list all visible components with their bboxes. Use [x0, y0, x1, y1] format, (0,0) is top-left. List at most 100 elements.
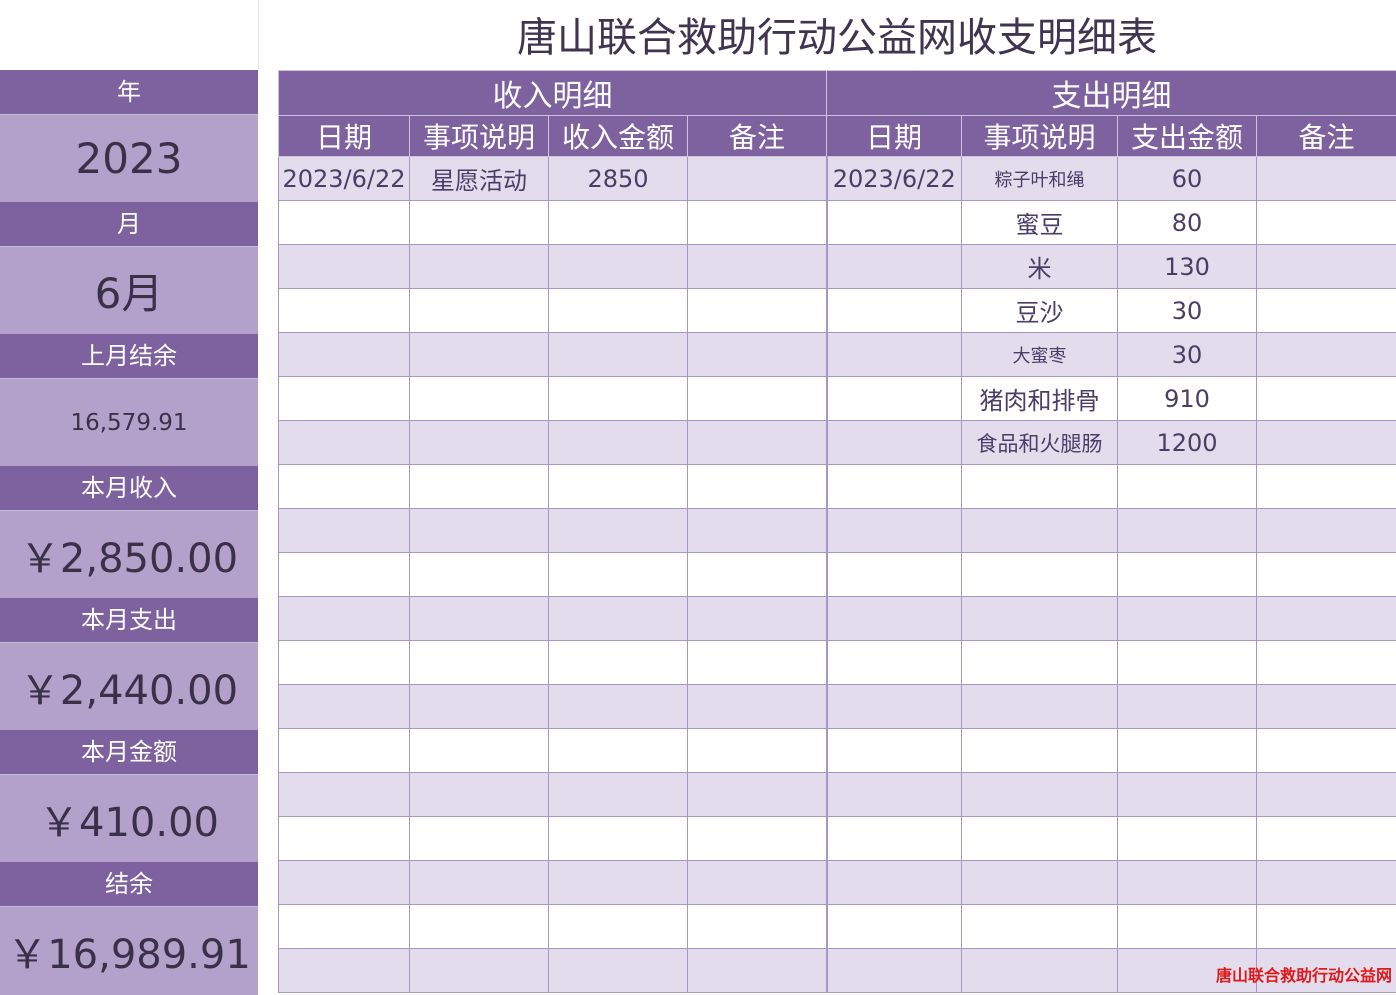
expense-cell[interactable]: [827, 861, 962, 905]
expense-total-value[interactable]: ￥2,440.00: [0, 643, 258, 730]
income-cell[interactable]: [279, 553, 410, 597]
income-cell[interactable]: [410, 817, 549, 861]
income-cell[interactable]: [410, 465, 549, 509]
income-total-value[interactable]: ￥2,850.00: [0, 511, 258, 598]
income-cell[interactable]: [410, 201, 549, 245]
expense-cell[interactable]: [1118, 597, 1257, 641]
expense-cell[interactable]: [1257, 201, 1396, 245]
income-cell[interactable]: [279, 773, 410, 817]
expense-cell[interactable]: 30: [1118, 333, 1257, 377]
income-cell[interactable]: [549, 729, 688, 773]
expense-cell[interactable]: 豆沙: [962, 289, 1118, 333]
expense-cell[interactable]: [1118, 641, 1257, 685]
income-cell[interactable]: [688, 817, 827, 861]
expense-cell[interactable]: [827, 289, 962, 333]
expense-cell[interactable]: [962, 773, 1118, 817]
expense-cell[interactable]: 80: [1118, 201, 1257, 245]
income-cell[interactable]: [549, 641, 688, 685]
expense-cell[interactable]: [827, 421, 962, 465]
expense-cell[interactable]: [962, 465, 1118, 509]
income-cell[interactable]: [549, 817, 688, 861]
income-cell[interactable]: [688, 949, 827, 993]
expense-cell[interactable]: [1257, 465, 1396, 509]
expense-cell[interactable]: [1118, 509, 1257, 553]
income-cell[interactable]: [279, 333, 410, 377]
expense-cell[interactable]: [827, 729, 962, 773]
income-cell[interactable]: [410, 421, 549, 465]
income-cell[interactable]: [688, 465, 827, 509]
income-cell[interactable]: [279, 245, 410, 289]
expense-cell[interactable]: [827, 949, 962, 993]
expense-cell[interactable]: 1200: [1118, 421, 1257, 465]
income-cell[interactable]: [410, 597, 549, 641]
expense-cell[interactable]: 粽子叶和绳: [962, 157, 1118, 201]
expense-cell[interactable]: [962, 817, 1118, 861]
expense-cell[interactable]: [962, 861, 1118, 905]
income-cell[interactable]: [688, 905, 827, 949]
income-cell[interactable]: [688, 245, 827, 289]
income-cell[interactable]: [279, 289, 410, 333]
balance-value[interactable]: ￥16,989.91: [0, 907, 258, 995]
expense-cell[interactable]: 米: [962, 245, 1118, 289]
income-cell[interactable]: [549, 597, 688, 641]
income-cell[interactable]: [688, 333, 827, 377]
expense-cell[interactable]: [1118, 861, 1257, 905]
expense-cell[interactable]: [1257, 861, 1396, 905]
income-cell[interactable]: [549, 861, 688, 905]
income-cell[interactable]: [279, 465, 410, 509]
income-cell[interactable]: 2023/6/22: [279, 157, 410, 201]
income-cell[interactable]: [688, 773, 827, 817]
income-cell[interactable]: [549, 905, 688, 949]
expense-cell[interactable]: [1257, 641, 1396, 685]
income-cell[interactable]: [410, 949, 549, 993]
expense-cell[interactable]: [962, 949, 1118, 993]
expense-cell[interactable]: [1257, 157, 1396, 201]
expense-cell[interactable]: [962, 597, 1118, 641]
income-cell[interactable]: [279, 861, 410, 905]
income-cell[interactable]: [410, 685, 549, 729]
income-cell[interactable]: [279, 817, 410, 861]
expense-cell[interactable]: [962, 641, 1118, 685]
expense-cell[interactable]: [962, 685, 1118, 729]
income-cell[interactable]: [549, 201, 688, 245]
income-cell[interactable]: [549, 377, 688, 421]
income-cell[interactable]: [688, 641, 827, 685]
income-cell[interactable]: [688, 597, 827, 641]
income-cell[interactable]: [279, 905, 410, 949]
income-cell[interactable]: 星愿活动: [410, 157, 549, 201]
expense-cell[interactable]: [1257, 905, 1396, 949]
expense-cell[interactable]: 大蜜枣: [962, 333, 1118, 377]
expense-cell[interactable]: [1257, 421, 1396, 465]
income-cell[interactable]: [410, 905, 549, 949]
income-cell[interactable]: [688, 201, 827, 245]
income-cell[interactable]: [688, 685, 827, 729]
expense-cell[interactable]: [1118, 465, 1257, 509]
expense-cell[interactable]: [827, 509, 962, 553]
expense-cell[interactable]: 蜜豆: [962, 201, 1118, 245]
expense-cell[interactable]: [827, 905, 962, 949]
month-value[interactable]: 6月: [0, 247, 258, 334]
expense-cell[interactable]: [1257, 553, 1396, 597]
expense-cell[interactable]: [827, 465, 962, 509]
income-cell[interactable]: [549, 949, 688, 993]
income-cell[interactable]: [410, 729, 549, 773]
income-cell[interactable]: [549, 509, 688, 553]
expense-cell[interactable]: [1118, 905, 1257, 949]
expense-cell[interactable]: [1257, 773, 1396, 817]
income-cell[interactable]: [549, 245, 688, 289]
income-cell[interactable]: [549, 333, 688, 377]
expense-cell[interactable]: [962, 509, 1118, 553]
income-cell[interactable]: [279, 509, 410, 553]
income-cell[interactable]: [549, 289, 688, 333]
expense-cell[interactable]: [827, 377, 962, 421]
expense-cell[interactable]: [1257, 817, 1396, 861]
expense-cell[interactable]: [1257, 597, 1396, 641]
expense-cell[interactable]: [827, 773, 962, 817]
income-cell[interactable]: [688, 861, 827, 905]
expense-cell[interactable]: [1118, 729, 1257, 773]
last-balance-value[interactable]: 16,579.91: [0, 379, 258, 466]
expense-cell[interactable]: [827, 333, 962, 377]
income-cell[interactable]: [688, 729, 827, 773]
income-cell[interactable]: [688, 377, 827, 421]
month-amount-value[interactable]: ￥410.00: [0, 775, 258, 862]
